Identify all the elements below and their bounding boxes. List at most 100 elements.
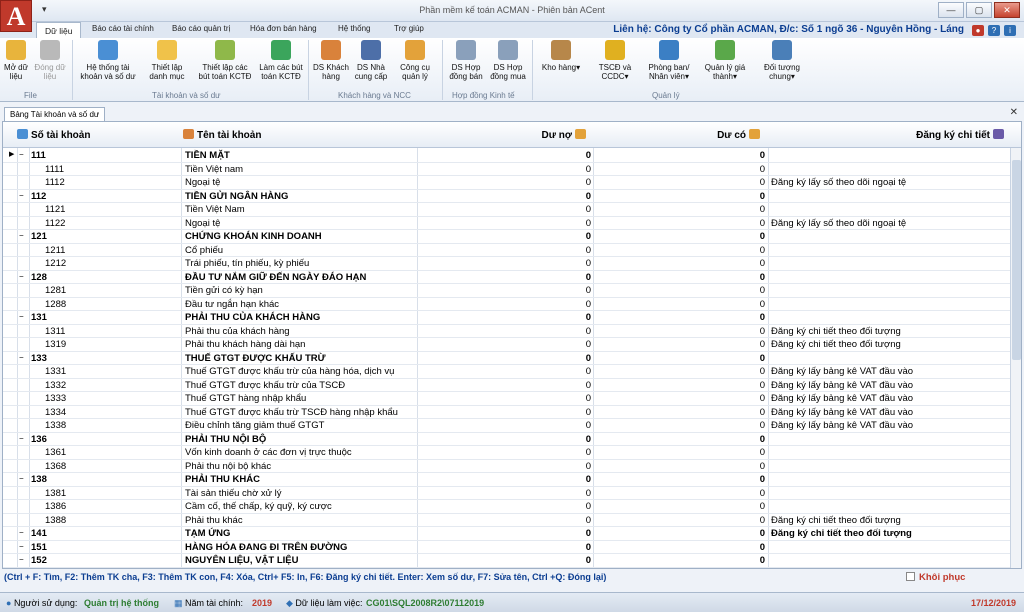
cell-account[interactable]: 1122 <box>45 218 65 229</box>
cell-credit[interactable]: 0 <box>760 407 765 418</box>
cell-debit[interactable]: 0 <box>586 447 591 458</box>
cell-debit[interactable]: 0 <box>586 515 591 526</box>
table-row[interactable]: 1112 Ngoại tệ 0 0 Đăng ký lấy số theo dõi ng… <box>3 176 1012 190</box>
cell-debit[interactable]: 0 <box>586 461 591 472</box>
cell-credit[interactable]: 0 <box>760 272 765 283</box>
cell-credit[interactable]: 0 <box>760 542 765 553</box>
table-row[interactable]: 1388 Phải thu khác 0 0 Đăng ký chi tiết theo… <box>3 514 1012 527</box>
column-name[interactable]: Tên tài khoản <box>197 130 261 141</box>
table-row[interactable]: −121 CHỨNG KHOÁN KINH DOANH 0 0 <box>3 230 1012 244</box>
expand-toggle-icon[interactable]: − <box>19 434 29 443</box>
cell-credit[interactable]: 0 <box>760 420 765 431</box>
cell-name[interactable]: Tài sản thiếu chờ xử lý <box>185 488 282 499</box>
column-account[interactable]: Số tài khoản <box>31 130 90 141</box>
cell-debit[interactable]: 0 <box>586 353 591 364</box>
table-row[interactable]: 1334 Thuế GTGT được khấu trừ TSCĐ hàng nh… <box>3 406 1012 419</box>
cell-detail[interactable]: Đăng ký lấy số theo dõi ngoại tệ <box>771 177 906 188</box>
cell-credit[interactable]: 0 <box>760 474 765 485</box>
cell-credit[interactable]: 0 <box>760 326 765 337</box>
cell-debit[interactable]: 0 <box>586 312 591 323</box>
table-row[interactable]: 1368 Phải thu nội bộ khác 0 0 <box>3 460 1012 473</box>
cell-name[interactable]: Tiền gửi có kỳ hạn <box>185 285 263 296</box>
cell-credit[interactable]: 0 <box>760 150 765 161</box>
table-row[interactable]: −138 PHẢI THU KHÁC 0 0 <box>3 473 1012 487</box>
cell-account[interactable]: 1332 <box>45 380 66 391</box>
expand-toggle-icon[interactable]: − <box>19 272 29 281</box>
table-row[interactable]: 1332 Thuế GTGT được khấu trừ của TSCĐ 0 0 Đă… <box>3 379 1012 392</box>
cell-account[interactable]: 1333 <box>45 393 66 404</box>
cell-debit[interactable]: 0 <box>586 434 591 445</box>
cell-name[interactable]: TẠM ỨNG <box>185 528 230 539</box>
cell-detail[interactable]: Đăng ký lấy bảng kê VAT đầu vào <box>771 366 913 377</box>
cell-debit[interactable]: 0 <box>586 326 591 337</box>
cell-account[interactable]: 1112 <box>45 177 65 188</box>
cell-account[interactable]: 151 <box>31 542 47 553</box>
cell-detail[interactable]: Đăng ký lấy bảng kê VAT đầu vào <box>771 407 913 418</box>
cell-debit[interactable]: 0 <box>586 542 591 553</box>
cell-credit[interactable]: 0 <box>760 366 765 377</box>
cell-name[interactable]: Vốn kinh doanh ở các đơn vị trực thuộc <box>185 447 352 458</box>
table-row[interactable]: −151 HÀNG HÓA ĐANG ĐI TRÊN ĐƯỜNG 0 0 <box>3 541 1012 554</box>
table-row[interactable]: 1211 Cổ phiếu 0 0 <box>3 244 1012 257</box>
cell-account[interactable]: 133 <box>31 353 47 364</box>
fixed-assets-button[interactable]: TSCĐ và CCDC▾ <box>592 40 638 81</box>
column-debit[interactable]: Dư nợ <box>542 130 572 141</box>
cell-credit[interactable]: 0 <box>760 353 765 364</box>
cell-credit[interactable]: 0 <box>760 231 765 242</box>
open-data-button[interactable]: Mở dữ liệu <box>2 40 30 81</box>
cell-debit[interactable]: 0 <box>586 501 591 512</box>
cell-debit[interactable]: 0 <box>586 272 591 283</box>
cell-credit[interactable]: 0 <box>760 434 765 445</box>
cell-account[interactable]: 138 <box>31 474 47 485</box>
cell-detail[interactable]: Đăng ký chi tiết theo đối tượng <box>771 528 912 539</box>
cell-debit[interactable]: 0 <box>586 177 591 188</box>
cell-account[interactable]: 1381 <box>45 488 66 499</box>
table-row[interactable]: 1311 Phải thu của khách hàng 0 0 Đăng ký chi… <box>3 325 1012 338</box>
table-row[interactable]: 1319 Phải thu khách hàng dài hạn 0 0 Đăng ký… <box>3 338 1012 352</box>
cell-name[interactable]: NGUYÊN LIỆU, VẬT LIỆU <box>185 555 298 566</box>
cell-debit[interactable]: 0 <box>586 191 591 202</box>
tab-du-lieu[interactable]: Dữ liệu <box>36 22 82 38</box>
table-row[interactable]: 1281 Tiền gửi có kỳ hạn 0 0 <box>3 284 1012 298</box>
cell-debit[interactable]: 0 <box>586 555 591 566</box>
cell-account[interactable]: 1211 <box>45 245 65 256</box>
sales-contracts-button[interactable]: DS Hợp đồng bán <box>446 40 486 81</box>
cell-account[interactable]: 1334 <box>45 407 66 418</box>
tab-he-thong[interactable]: Hệ thống <box>338 24 370 33</box>
table-row[interactable]: −141 TẠM ỨNG 0 0 Đăng ký chi tiết theo đối t… <box>3 527 1012 541</box>
cell-debit[interactable]: 0 <box>586 285 591 296</box>
cell-name[interactable]: TIỀN GỬI NGÂN HÀNG <box>185 191 288 202</box>
table-row[interactable]: ▶ −111 TIỀN MẶT 0 0 <box>3 149 1012 163</box>
cell-account[interactable]: 141 <box>31 528 47 539</box>
cell-credit[interactable]: 0 <box>760 191 765 202</box>
cell-account[interactable]: 1288 <box>45 299 66 310</box>
cell-credit[interactable]: 0 <box>760 528 765 539</box>
cell-credit[interactable]: 0 <box>760 555 765 566</box>
cell-debit[interactable]: 0 <box>586 245 591 256</box>
table-row[interactable]: −131 PHẢI THU CỦA KHÁCH HÀNG 0 0 <box>3 311 1012 325</box>
cell-debit[interactable]: 0 <box>586 339 591 350</box>
cell-name[interactable]: PHẢI THU NỘI BỘ <box>185 434 266 445</box>
cell-name[interactable]: TIỀN MẶT <box>185 150 230 161</box>
cost-management-button[interactable]: Quản lý giá thành▾ <box>700 40 750 81</box>
cell-credit[interactable]: 0 <box>760 339 765 350</box>
cell-name[interactable]: Điều chỉnh tăng giảm thuế GTGT <box>185 420 324 431</box>
table-row[interactable]: 1288 Đầu tư ngắn hạn khác 0 0 <box>3 298 1012 311</box>
cell-debit[interactable]: 0 <box>586 420 591 431</box>
cell-name[interactable]: THUẾ GTGT ĐƯỢC KHẤU TRỪ <box>185 353 326 364</box>
cell-credit[interactable]: 0 <box>760 204 765 215</box>
info-icon[interactable]: i <box>1004 25 1016 36</box>
cell-name[interactable]: Ngoại tệ <box>185 218 220 229</box>
cell-detail[interactable]: Đăng ký lấy bảng kê VAT đầu vào <box>771 380 913 391</box>
cell-credit[interactable]: 0 <box>760 488 765 499</box>
expand-toggle-icon[interactable]: − <box>19 150 29 159</box>
expand-toggle-icon[interactable]: − <box>19 191 29 200</box>
column-detail[interactable]: Đăng ký chi tiết <box>916 130 990 141</box>
cell-name[interactable]: Thuế GTGT được khấu trừ của TSCĐ <box>185 380 345 391</box>
cell-credit[interactable]: 0 <box>760 177 765 188</box>
cell-credit[interactable]: 0 <box>760 515 765 526</box>
help-icon[interactable]: ? <box>988 25 1000 36</box>
cell-debit[interactable]: 0 <box>586 164 591 175</box>
record-icon[interactable]: ● <box>972 25 984 36</box>
cell-debit[interactable]: 0 <box>586 366 591 377</box>
